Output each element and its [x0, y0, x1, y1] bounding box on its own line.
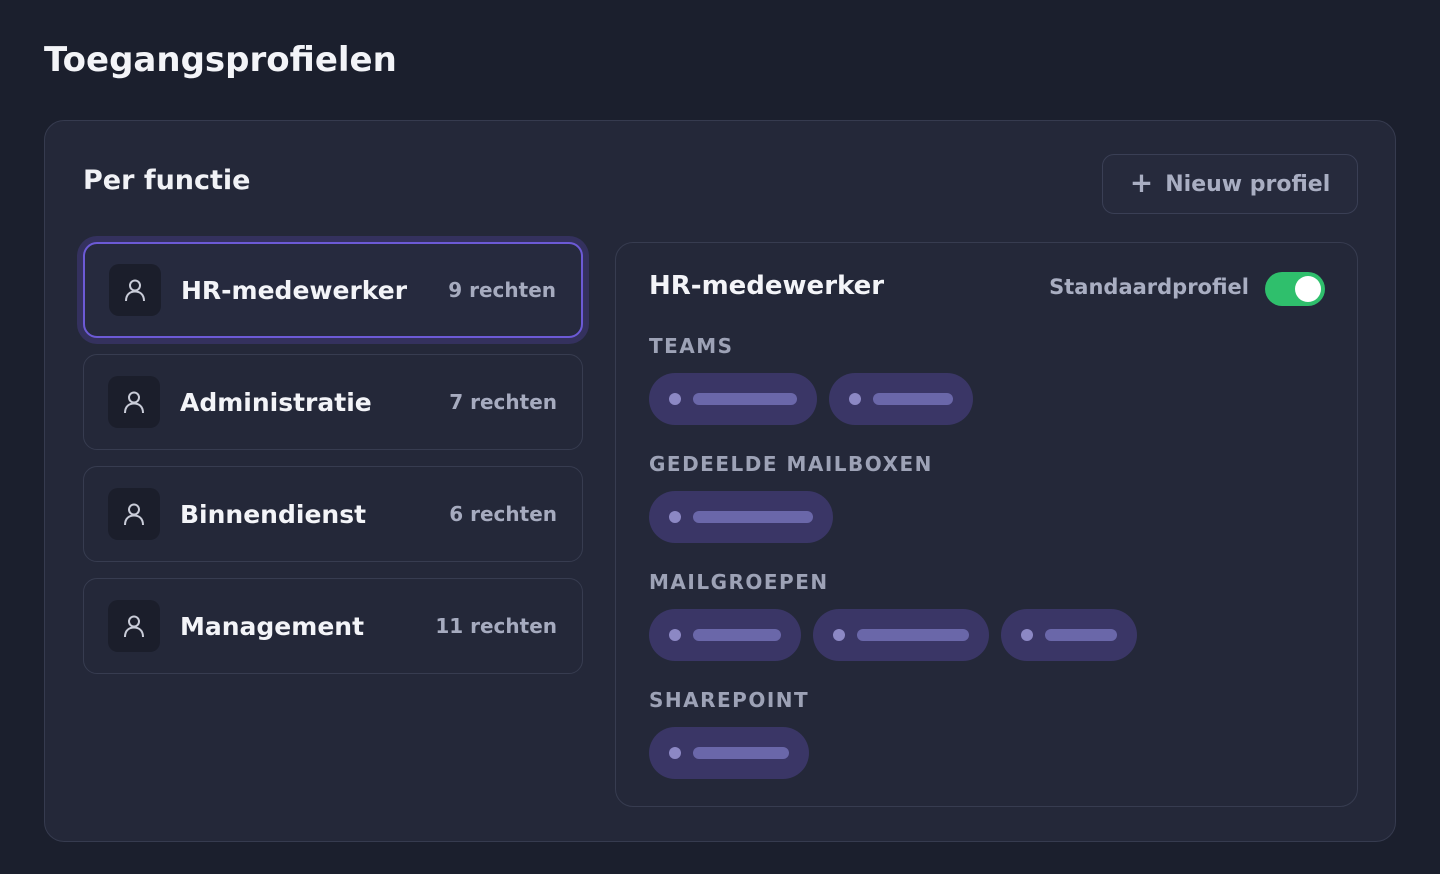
- new-profile-label: Nieuw profiel: [1165, 171, 1331, 197]
- profile-name: HR-medewerker: [181, 275, 408, 305]
- section-title: Per functie: [83, 165, 251, 196]
- profile-name: Binnendienst: [180, 499, 367, 529]
- standard-profile-toggle[interactable]: [1265, 272, 1325, 306]
- user-icon: [108, 600, 160, 652]
- group-label-sharepoint: SHAREPOINT: [649, 688, 810, 712]
- group-label-mailgroepen: MAILGROEPEN: [649, 570, 829, 594]
- chip-row-teams: [649, 373, 973, 425]
- profile-item-hr-medewerker[interactable]: HR-medewerker 9 rechten: [83, 242, 583, 338]
- profile-list: HR-medewerker 9 rechten Administratie 7 …: [83, 242, 583, 690]
- user-icon: [108, 376, 160, 428]
- profile-count: 9 rechten: [448, 278, 556, 302]
- profile-count: 6 rechten: [449, 502, 557, 526]
- permission-chip[interactable]: [1001, 609, 1137, 661]
- profile-name: Administratie: [180, 387, 372, 417]
- permission-chip[interactable]: [829, 373, 973, 425]
- group-label-gedeelde-mailboxen: GEDEELDE MAILBOXEN: [649, 452, 933, 476]
- permission-chip[interactable]: [649, 609, 801, 661]
- permission-chip[interactable]: [649, 727, 809, 779]
- plus-icon: +: [1129, 166, 1154, 199]
- page-title: Toegangsprofielen: [44, 40, 397, 80]
- permission-chip[interactable]: [649, 373, 817, 425]
- standard-profile-label: Standaardprofiel: [1049, 275, 1249, 299]
- permission-chip[interactable]: [813, 609, 989, 661]
- user-icon: [108, 488, 160, 540]
- chip-row-sharepoint: [649, 727, 809, 779]
- group-label-teams: TEAMS: [649, 334, 734, 358]
- profile-item-binnendienst[interactable]: Binnendienst 6 rechten: [83, 466, 583, 562]
- toggle-knob: [1295, 276, 1321, 302]
- user-icon: [109, 264, 161, 316]
- profiles-card: Per functie + Nieuw profiel HR-medewerke…: [44, 120, 1396, 842]
- chip-row-gedeelde-mailboxen: [649, 491, 833, 543]
- new-profile-button[interactable]: + Nieuw profiel: [1102, 154, 1358, 214]
- profile-name: Management: [180, 611, 365, 641]
- profile-count: 7 rechten: [449, 390, 557, 414]
- profile-count: 11 rechten: [435, 614, 557, 638]
- chip-row-mailgroepen: [649, 609, 1137, 661]
- profile-detail-panel: HR-medewerker Standaardprofiel TEAMS GED…: [615, 242, 1358, 807]
- profile-item-management[interactable]: Management 11 rechten: [83, 578, 583, 674]
- detail-title: HR-medewerker: [649, 271, 885, 301]
- profile-item-administratie[interactable]: Administratie 7 rechten: [83, 354, 583, 450]
- permission-chip[interactable]: [649, 491, 833, 543]
